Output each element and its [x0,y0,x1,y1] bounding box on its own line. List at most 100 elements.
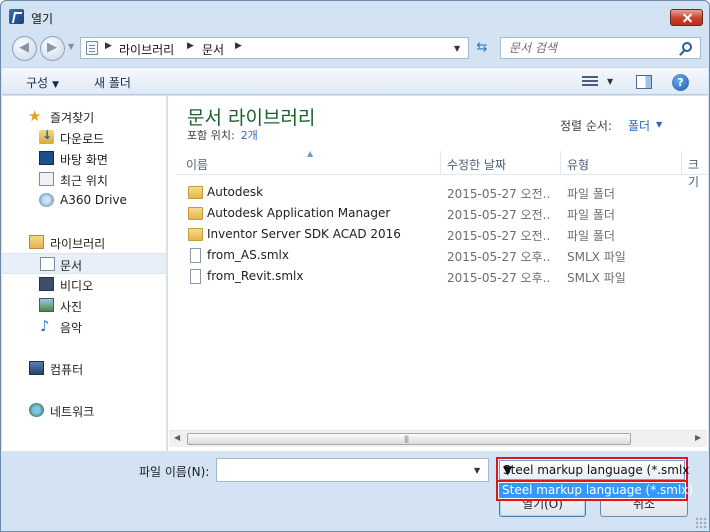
window-title: 열기 [31,12,54,26]
nav-item-downloads[interactable]: 다운로드 [2,127,166,148]
music-icon: ♪ [40,317,50,335]
chevron-down-icon[interactable]: ▼ [474,466,480,475]
nav-item-documents[interactable]: 문서 [2,253,166,274]
file-type-select-inner[interactable]: Steel markup language (*.smlx ▼ [499,460,689,480]
column-resizer[interactable] [560,151,561,175]
breadcrumb-arrow-icon[interactable]: ▶ [105,41,112,51]
arrange-by-label: 정렬 순서: [560,119,613,133]
table-row[interactable]: Autodesk 2015-05-27 오전... 파일 폴더 [176,182,708,203]
scroll-left-icon[interactable]: ◀ [174,433,180,442]
help-icon[interactable]: ? [672,74,689,91]
nav-label: 즐겨찾기 [50,111,95,125]
library-title: 문서 라이브러리 [187,107,316,129]
nav-item-music[interactable]: ♪ 음악 [2,316,166,337]
file-icon [190,269,201,284]
nav-label: 비디오 [60,279,94,293]
view-dropdown-icon[interactable]: ▼ [607,77,613,86]
desktop-icon [39,151,54,165]
breadcrumb-arrow-icon[interactable]: ▶ [187,41,194,51]
close-button[interactable] [670,9,703,26]
filename-label: 파일 이름(N): [139,465,210,479]
nav-label: 바탕 화면 [60,153,108,167]
search-input[interactable] [509,40,679,56]
file-date: 2015-05-27 오후... [447,271,551,285]
resize-grip-icon[interactable] [695,517,707,529]
app-icon [9,9,24,24]
back-button[interactable]: ◀ [12,36,37,61]
column-header: ▲ 이름 수정한 날짜 유형 크기 [176,149,708,189]
table-row[interactable]: Inventor Server SDK ACAD 2016 2015-05-27… [176,224,708,245]
horizontal-scrollbar[interactable]: ◀ ||| ▶ [169,430,707,447]
column-resizer[interactable] [681,151,682,175]
address-dropdown-icon[interactable]: ▼ [454,44,460,53]
breadcrumb-libraries[interactable]: 라이브러리 [119,41,174,58]
nav-item-a360-drive[interactable]: A360 Drive [2,190,166,211]
arrange-by-value[interactable]: 폴더 [628,117,650,134]
search-icon[interactable] [682,42,692,52]
organize-menu[interactable]: 구성 ▼ [26,74,59,91]
table-row[interactable]: from_Revit.smlx 2015-05-27 오후... SMLX 파일 [176,266,708,287]
nav-label: 문서 [60,259,83,273]
documents-location-icon [86,41,98,55]
filename-field[interactable]: ▼ [216,458,489,482]
file-date: 2015-05-27 오전... [447,229,551,243]
videos-icon [39,277,54,291]
forward-arrow-icon: ▶ [47,40,57,55]
nav-item-favorites[interactable]: ★ 즐겨찾기 [2,106,166,127]
file-type-option[interactable]: Steel markup language (*.smlx) [499,483,693,498]
sort-ascending-icon: ▲ [307,149,314,158]
filename-input[interactable] [220,462,465,478]
breadcrumb-arrow-icon[interactable]: ▶ [235,41,242,51]
nav-label: A360 Drive [60,193,127,207]
file-date: 2015-05-27 오전... [447,208,551,222]
table-row[interactable]: Autodesk Application Manager 2015-05-27 … [176,203,708,224]
scroll-right-icon[interactable]: ▶ [695,433,701,442]
view-options-icon[interactable] [582,76,598,88]
file-type: 파일 폴더 [567,229,615,243]
file-type-option-label: Steel markup language (*.smlx) [502,483,694,497]
nav-item-desktop[interactable]: 바탕 화면 [2,148,166,169]
refresh-icon[interactable]: ⇆ [470,37,494,59]
column-resizer[interactable] [440,151,441,175]
nav-item-libraries[interactable]: 라이브러리 [2,232,166,253]
chevron-down-icon[interactable]: ▼ [503,463,512,477]
nav-label: 네트워크 [50,405,95,419]
file-type: 파일 폴더 [567,208,615,222]
forward-button[interactable]: ▶ [40,36,65,61]
nav-label: 라이브러리 [50,237,106,251]
file-name: Autodesk Application Manager [207,206,391,220]
includes-count-link[interactable]: 2개 [241,129,258,142]
column-type[interactable]: 유형 [567,156,589,173]
search-box[interactable] [500,37,701,59]
grip-icon: ||| [404,435,409,443]
back-arrow-icon: ◀ [19,40,29,55]
nav-label: 컴퓨터 [50,363,84,377]
recent-pages-dropdown-icon[interactable]: ▼ [68,42,74,51]
nav-item-videos[interactable]: 비디오 [2,274,166,295]
breadcrumb-documents[interactable]: 문서 [202,41,224,58]
file-type: 파일 폴더 [567,187,615,201]
libraries-icon [29,235,44,249]
nav-item-recent[interactable]: 최근 위치 [2,169,166,190]
file-type: SMLX 파일 [567,271,626,285]
recent-places-icon [39,172,54,186]
network-icon [29,403,44,417]
new-folder-button[interactable]: 새 폴더 [94,74,131,91]
nav-item-computer[interactable]: 컴퓨터 [2,358,166,379]
file-list-pane: 문서 라이브러리 포함 위치: 2개 정렬 순서: 폴더 ▼ ▲ 이름 수정한 날… [168,96,708,451]
folder-icon [188,186,203,199]
includes-label: 포함 위치: [187,129,235,142]
nav-item-network[interactable]: 네트워크 [2,400,166,421]
table-row[interactable]: from_AS.smlx 2015-05-27 오후... SMLX 파일 [176,245,708,266]
nav-item-pictures[interactable]: 사진 [2,295,166,316]
documents-icon [40,257,55,271]
preview-pane-icon[interactable] [636,75,652,89]
column-date[interactable]: 수정한 날짜 [447,156,506,173]
scrollbar-thumb[interactable]: ||| [187,433,631,445]
file-type: SMLX 파일 [567,250,626,264]
chevron-down-icon: ▼ [52,80,60,90]
arrange-dropdown-icon[interactable]: ▼ [656,120,662,129]
title-bar: 열기 [1,1,709,31]
column-name[interactable]: 이름 [186,156,208,173]
address-bar[interactable]: ▶ 라이브러리 ▶ 문서 ▶ ▼ [80,37,469,59]
